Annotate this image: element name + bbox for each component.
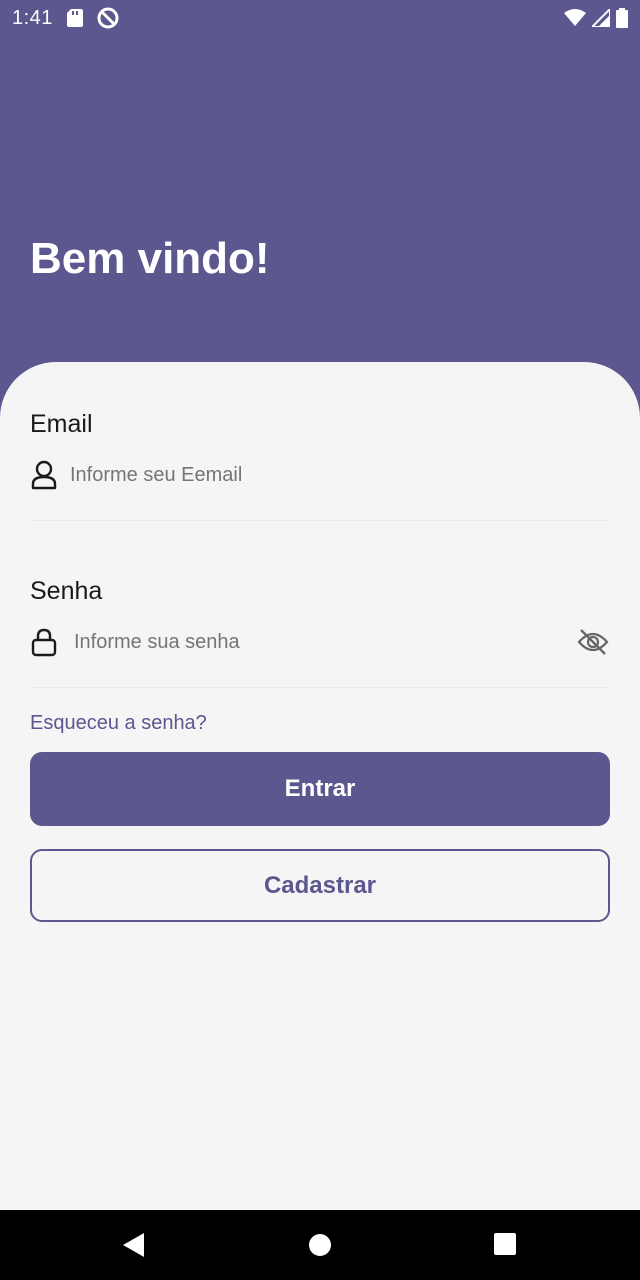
login-card: Email Senha Esqueceu a senha? Entrar Cad… (0, 362, 640, 1210)
password-field[interactable] (74, 630, 576, 654)
wifi-icon (564, 9, 586, 27)
login-button[interactable]: Entrar (30, 752, 610, 826)
home-icon[interactable] (308, 1233, 332, 1257)
status-time: 1:41 (12, 6, 53, 29)
email-field-row (30, 455, 610, 495)
do-not-disturb-icon (97, 7, 119, 29)
email-label: Email (30, 410, 93, 438)
lock-icon (30, 627, 58, 657)
forgot-password-link[interactable]: Esqueceu a senha? (30, 712, 207, 735)
page-title: Bem vindo! (30, 234, 270, 283)
back-icon[interactable] (122, 1232, 146, 1258)
password-divider (30, 687, 610, 688)
status-bar: 1:41 (0, 0, 640, 36)
email-divider (30, 520, 610, 521)
email-field[interactable] (70, 463, 610, 487)
header: Bem vindo! (0, 36, 640, 376)
password-field-row (30, 622, 610, 662)
password-label: Senha (30, 577, 103, 605)
sd-card-icon (66, 9, 83, 27)
battery-icon (616, 8, 628, 28)
nav-bar (0, 1210, 640, 1280)
eye-off-icon[interactable] (576, 625, 610, 659)
status-left: 1:41 (12, 7, 119, 30)
status-right (564, 8, 628, 28)
register-button[interactable]: Cadastrar (30, 849, 610, 922)
signal-icon (592, 9, 610, 27)
user-icon (30, 460, 58, 490)
recents-icon[interactable] (494, 1233, 516, 1255)
